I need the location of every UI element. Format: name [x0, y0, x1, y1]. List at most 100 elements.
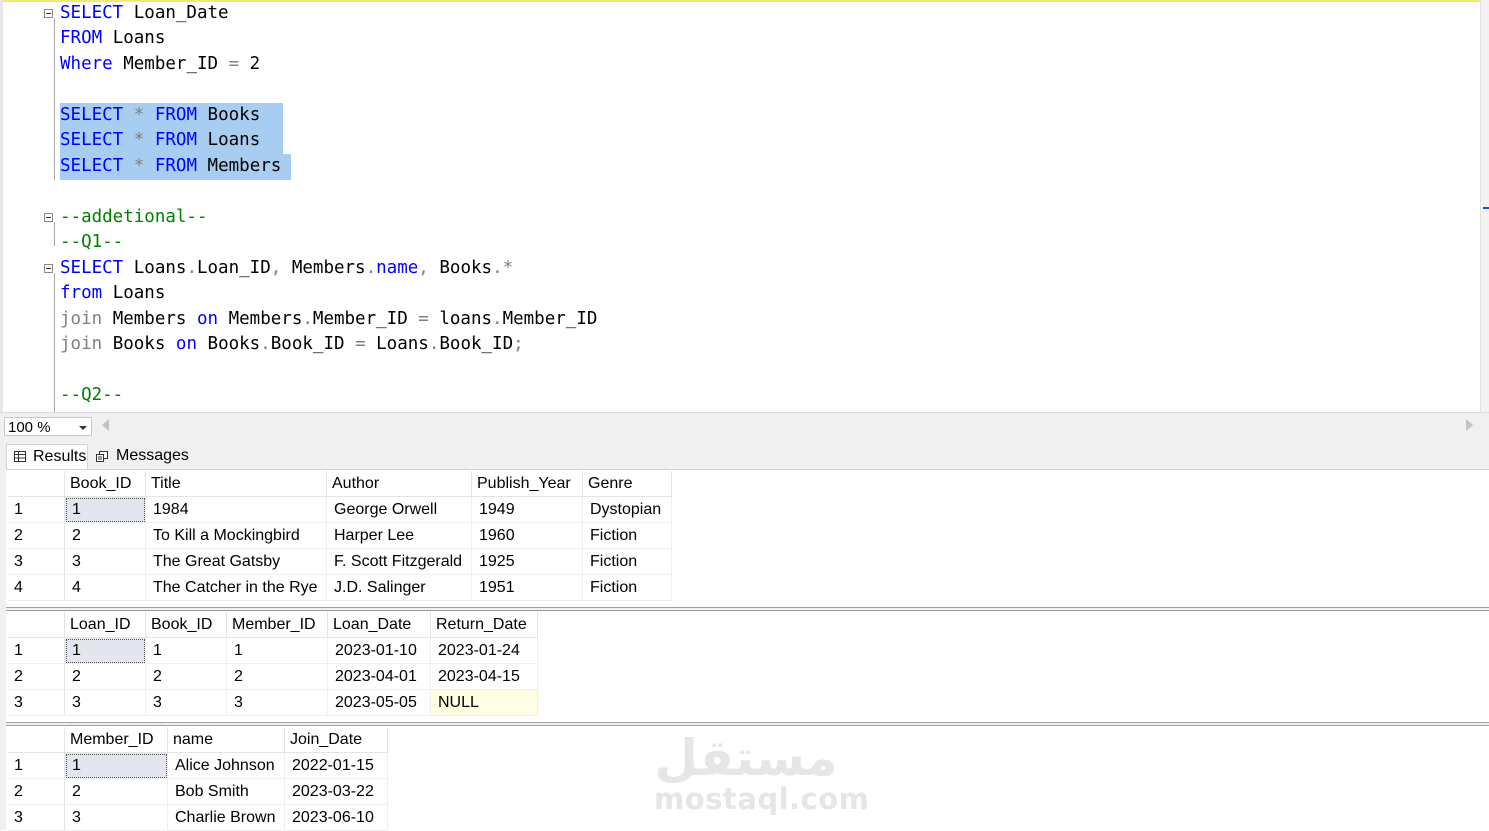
- column-header[interactable]: Member_ID: [64, 727, 168, 753]
- row-number-header[interactable]: [8, 471, 65, 497]
- grid-cell[interactable]: 2022-01-15: [284, 752, 388, 779]
- row-number[interactable]: 4: [8, 574, 65, 601]
- grid-cell[interactable]: The Catcher in the Rye: [145, 574, 327, 601]
- grid-cell[interactable]: Harper Lee: [326, 522, 472, 549]
- grid-cell[interactable]: 2023-01-24: [430, 637, 538, 664]
- grid-cell[interactable]: 1984: [145, 496, 327, 523]
- column-header[interactable]: Author: [326, 471, 472, 497]
- row-number[interactable]: 1: [8, 637, 65, 664]
- collapse-toggle[interactable]: [44, 264, 53, 273]
- row-number[interactable]: 2: [8, 663, 65, 690]
- grid-cell[interactable]: 2023-04-01: [327, 663, 431, 690]
- grid-cell[interactable]: 1: [64, 496, 146, 523]
- grid-cell[interactable]: 2: [145, 663, 227, 690]
- grid-cell[interactable]: 1951: [471, 574, 583, 601]
- grid-cell[interactable]: Fiction: [582, 548, 672, 575]
- code-token: SELECT: [60, 156, 124, 176]
- column-header[interactable]: Member_ID: [226, 612, 328, 638]
- grid-cell[interactable]: 3: [226, 689, 328, 716]
- grid-cell[interactable]: 2023-06-10: [284, 804, 388, 831]
- grid-cell[interactable]: Charlie Brown: [167, 804, 285, 831]
- grid-cell[interactable]: 3: [64, 548, 146, 575]
- grid-cell[interactable]: Dystopian: [582, 496, 672, 523]
- code-line: from Loans: [60, 281, 165, 306]
- grid-cell[interactable]: Fiction: [582, 522, 672, 549]
- column-header[interactable]: Loan_Date: [327, 612, 431, 638]
- grid-cell[interactable]: 1: [64, 637, 146, 664]
- column-header[interactable]: Book_ID: [64, 471, 146, 497]
- column-header[interactable]: Book_ID: [145, 612, 227, 638]
- zoom-select[interactable]: 100 %: [4, 417, 92, 436]
- vertical-scrollbar[interactable]: [1480, 0, 1489, 412]
- editor-margin: [0, 0, 3, 412]
- table-row[interactable]: 3 3 Charlie Brown 2023-06-10: [8, 804, 388, 831]
- grid-cell[interactable]: 2: [226, 663, 328, 690]
- grid-cell[interactable]: 1: [64, 752, 168, 779]
- table-row[interactable]: 3 3 The Great Gatsby F. Scott Fitzgerald 192…: [8, 548, 672, 575]
- table-row[interactable]: 1 1 1 1 2023-01-10 2023-01-24: [8, 637, 538, 664]
- column-header[interactable]: name: [167, 727, 285, 753]
- grid-cell[interactable]: To Kill a Mockingbird: [145, 522, 327, 549]
- grid-cell[interactable]: 3: [64, 689, 146, 716]
- table-row[interactable]: 2 2 2 2 2023-04-01 2023-04-15: [8, 663, 538, 690]
- row-number[interactable]: 2: [8, 778, 65, 805]
- query-editor[interactable]: SELECT Loan_Date FROM Loans Where Member_I…: [0, 0, 1489, 412]
- results-grid-books[interactable]: Book_ID Title Author Publish_Year Genre 1 1 198…: [6, 470, 1489, 607]
- tab-messages[interactable]: Messages: [88, 444, 189, 469]
- grid-cell[interactable]: 2: [64, 663, 146, 690]
- collapse-toggle[interactable]: [44, 9, 53, 18]
- results-grid-members[interactable]: Member_ID name Join_Date 1 1 Alice Johnson 202…: [6, 726, 1489, 831]
- row-number-header[interactable]: [8, 612, 65, 638]
- row-number[interactable]: 2: [8, 522, 65, 549]
- grid-cell[interactable]: 2023-05-05: [327, 689, 431, 716]
- grid-cell[interactable]: Fiction: [582, 574, 672, 601]
- grid-cell[interactable]: F. Scott Fitzgerald: [326, 548, 472, 575]
- collapse-toggle[interactable]: [44, 213, 53, 222]
- row-number[interactable]: 1: [8, 496, 65, 523]
- table-row[interactable]: 3 3 3 3 2023-05-05 NULL: [8, 689, 538, 716]
- grid-cell[interactable]: Alice Johnson: [167, 752, 285, 779]
- table-row[interactable]: 1 1 Alice Johnson 2022-01-15: [8, 752, 388, 779]
- tab-results[interactable]: Results: [6, 444, 88, 469]
- grid-cell[interactable]: NULL: [430, 689, 538, 716]
- table-row[interactable]: 4 4 The Catcher in the Rye J.D. Salinger 195…: [8, 574, 672, 601]
- table-row[interactable]: 1 1 1984 George Orwell 1949 Dystopian: [8, 496, 672, 523]
- grid-cell[interactable]: J.D. Salinger: [326, 574, 472, 601]
- grid-cell[interactable]: 2: [64, 522, 146, 549]
- column-header[interactable]: Loan_ID: [64, 612, 146, 638]
- grid-cell[interactable]: George Orwell: [326, 496, 472, 523]
- column-header[interactable]: Return_Date: [430, 612, 538, 638]
- row-number[interactable]: 3: [8, 804, 65, 831]
- code-token: join: [60, 309, 103, 329]
- results-grid-loans[interactable]: Loan_ID Book_ID Member_ID Loan_Date Return_D…: [6, 611, 1489, 723]
- scroll-right-icon[interactable]: [1466, 419, 1473, 431]
- row-number[interactable]: 3: [8, 689, 65, 716]
- column-header[interactable]: Join_Date: [284, 727, 388, 753]
- grid-cell[interactable]: 1: [145, 637, 227, 664]
- code-token: SELECT: [60, 258, 124, 278]
- grid-cell[interactable]: 1925: [471, 548, 583, 575]
- grid-cell[interactable]: 1949: [471, 496, 583, 523]
- row-number[interactable]: 3: [8, 548, 65, 575]
- row-number-header[interactable]: [8, 727, 65, 753]
- scroll-left-icon[interactable]: [102, 419, 109, 431]
- grid-cell[interactable]: 1: [226, 637, 328, 664]
- grid-cell[interactable]: 2: [64, 778, 168, 805]
- grid-cell[interactable]: 1960: [471, 522, 583, 549]
- table-row[interactable]: 2 2 Bob Smith 2023-03-22: [8, 778, 388, 805]
- grid-cell[interactable]: 2023-03-22: [284, 778, 388, 805]
- grid-cell[interactable]: 3: [64, 804, 168, 831]
- row-number[interactable]: 1: [8, 752, 65, 779]
- grid-cell[interactable]: 4: [64, 574, 146, 601]
- grid-cell[interactable]: The Great Gatsby: [145, 548, 327, 575]
- header-row: Book_ID Title Author Publish_Year Genre: [8, 471, 672, 497]
- grid-cell[interactable]: 3: [145, 689, 227, 716]
- code-token: Book_ID: [270, 334, 356, 354]
- column-header[interactable]: Genre: [582, 471, 672, 497]
- grid-cell[interactable]: 2023-04-15: [430, 663, 538, 690]
- grid-cell[interactable]: Bob Smith: [167, 778, 285, 805]
- column-header[interactable]: Publish_Year: [471, 471, 583, 497]
- column-header[interactable]: Title: [145, 471, 327, 497]
- table-row[interactable]: 2 2 To Kill a Mockingbird Harper Lee 1960 Fic…: [8, 522, 672, 549]
- grid-cell[interactable]: 2023-01-10: [327, 637, 431, 664]
